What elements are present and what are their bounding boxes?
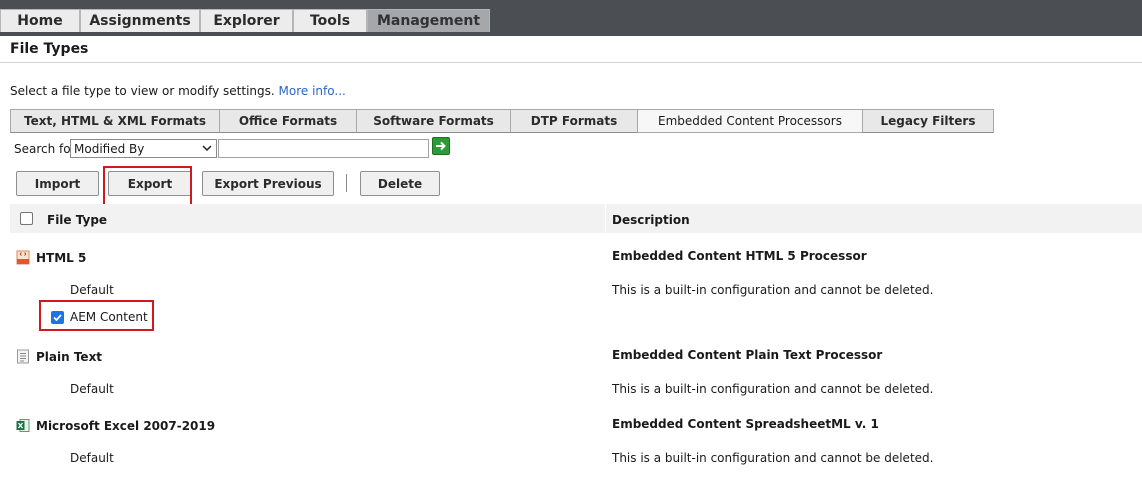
search-field-select[interactable]: Modified By [70,139,217,158]
group-name-html5[interactable]: HTML 5 [36,251,86,265]
title-divider [0,62,1142,63]
nav-tab-home[interactable]: Home [0,9,80,32]
more-info-link[interactable]: More info... [279,84,346,98]
tab-text-html-xml-formats[interactable]: Text, HTML & XML Formats [10,109,220,133]
config-html5-default[interactable]: Default [70,283,114,297]
group-name-plain-text[interactable]: Plain Text [36,350,102,364]
search-field-selected: Modified By [74,141,145,156]
delete-button[interactable]: Delete [360,171,440,196]
config-excel-default-description: This is a built-in configuration and can… [612,451,934,465]
search-go-button[interactable] [432,137,450,155]
export-previous-button[interactable]: Export Previous [202,171,334,196]
tab-embedded-content-processors[interactable]: Embedded Content Processors [637,109,863,133]
column-header-description[interactable]: Description [612,213,690,227]
text-file-icon [17,349,29,364]
group-name-microsoft-excel[interactable]: Microsoft Excel 2007-2019 [36,419,215,433]
nav-tab-tools[interactable]: Tools [293,9,367,32]
nav-tab-assignments[interactable]: Assignments [80,9,200,32]
html5-file-icon [16,250,30,265]
header-divider [605,204,606,233]
group-description-plain-text: Embedded Content Plain Text Processor [612,348,883,362]
group-description-html5: Embedded Content HTML 5 Processor [612,249,867,263]
table-header [10,204,1142,233]
tab-office-formats[interactable]: Office Formats [219,109,357,133]
intro-text: Select a file type to view or modify set… [10,84,346,98]
search-input[interactable] [218,139,429,158]
import-button[interactable]: Import [16,171,99,196]
config-html5-default-description: This is a built-in configuration and can… [612,283,934,297]
nav-tab-explorer[interactable]: Explorer [200,9,293,32]
toolbar-separator [346,174,347,192]
tab-legacy-filters[interactable]: Legacy Filters [862,109,994,133]
config-plain-text-default[interactable]: Default [70,382,114,396]
export-highlight-box [103,166,192,206]
tab-dtp-formats[interactable]: DTP Formats [510,109,638,133]
config-plain-text-default-description: This is a built-in configuration and can… [612,382,934,396]
chevron-down-icon [202,145,212,152]
nav-tab-management[interactable]: Management [367,9,490,32]
aem-content-highlight-box [39,300,154,331]
column-header-file-type[interactable]: File Type [47,213,107,227]
config-excel-default[interactable]: Default [70,451,114,465]
top-navigation-bar: Home Assignments Explorer Tools Manageme… [0,0,1142,36]
excel-file-icon [16,419,30,432]
select-all-checkbox[interactable] [20,212,33,225]
intro-label: Select a file type to view or modify set… [10,84,275,98]
page-title: File Types [10,41,89,57]
arrow-right-icon [436,141,446,151]
group-description-microsoft-excel: Embedded Content SpreadsheetML v. 1 [612,417,879,431]
tab-software-formats[interactable]: Software Formats [356,109,511,133]
